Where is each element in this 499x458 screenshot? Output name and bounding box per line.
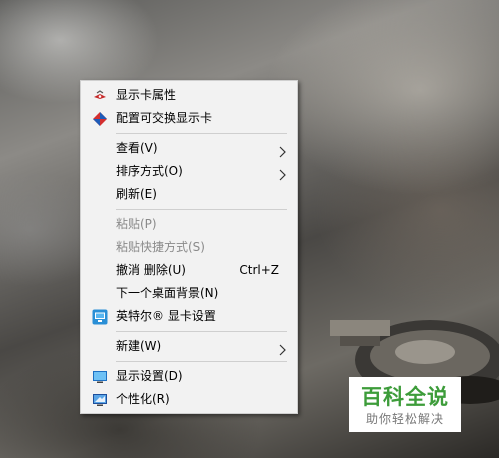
menu-item-undo-delete[interactable]: 撤消 删除(U) Ctrl+Z <box>81 259 297 282</box>
menu-item-graphics-properties[interactable]: 显示卡属性 <box>81 84 297 107</box>
watermark-logo: 百科全说 助你轻松解决 <box>349 377 461 432</box>
submenu-arrow-icon <box>277 341 287 356</box>
menu-item-label: 下一个桌面背景(N) <box>116 286 219 300</box>
submenu-arrow-icon <box>277 143 287 158</box>
menu-item-label: 显示设置(D) <box>116 369 183 383</box>
menu-item-personalize[interactable]: 个性化(R) <box>81 388 297 411</box>
graphics-properties-icon <box>92 88 108 104</box>
menu-item-paste: 粘贴(P) <box>81 213 297 236</box>
menu-item-switchable-graphics[interactable]: 配置可交换显示卡 <box>81 107 297 130</box>
menu-separator <box>116 331 287 332</box>
desktop-context-menu: 显示卡属性 配置可交换显示卡 查看(V) 排序方式(O) 刷新(E) 粘贴(P) <box>80 80 298 414</box>
menu-item-label: 个性化(R) <box>116 392 170 406</box>
menu-item-next-background[interactable]: 下一个桌面背景(N) <box>81 282 297 305</box>
menu-item-display-settings[interactable]: 显示设置(D) <box>81 365 297 388</box>
display-settings-icon <box>92 369 108 385</box>
menu-separator <box>116 361 287 362</box>
intel-graphics-icon <box>92 309 108 325</box>
menu-item-label: 显示卡属性 <box>116 88 177 102</box>
menu-item-label: 新建(W) <box>116 339 162 353</box>
watermark-tagline: 助你轻松解决 <box>365 412 444 426</box>
menu-item-label: 撤消 删除(U) <box>116 263 186 277</box>
menu-item-paste-shortcut: 粘贴快捷方式(S) <box>81 236 297 259</box>
menu-separator <box>116 209 287 210</box>
personalize-icon <box>92 392 108 408</box>
watermark-brand: 百科全说 <box>361 385 449 409</box>
menu-item-label: 排序方式(O) <box>116 164 183 178</box>
menu-item-view[interactable]: 查看(V) <box>81 137 297 160</box>
menu-item-label: 英特尔® 显卡设置 <box>116 309 216 323</box>
menu-item-intel-graphics[interactable]: 英特尔® 显卡设置 <box>81 305 297 328</box>
menu-item-refresh[interactable]: 刷新(E) <box>81 183 297 206</box>
switchable-graphics-icon <box>92 111 108 127</box>
menu-item-sort-by[interactable]: 排序方式(O) <box>81 160 297 183</box>
menu-item-label: 查看(V) <box>116 141 158 155</box>
menu-item-shortcut: Ctrl+Z <box>239 263 279 277</box>
menu-item-new[interactable]: 新建(W) <box>81 335 297 358</box>
menu-item-label: 粘贴快捷方式(S) <box>116 240 205 254</box>
submenu-arrow-icon <box>277 166 287 181</box>
menu-item-label: 粘贴(P) <box>116 217 157 231</box>
menu-item-label: 配置可交换显示卡 <box>116 111 213 125</box>
menu-separator <box>116 133 287 134</box>
menu-item-label: 刷新(E) <box>116 187 157 201</box>
